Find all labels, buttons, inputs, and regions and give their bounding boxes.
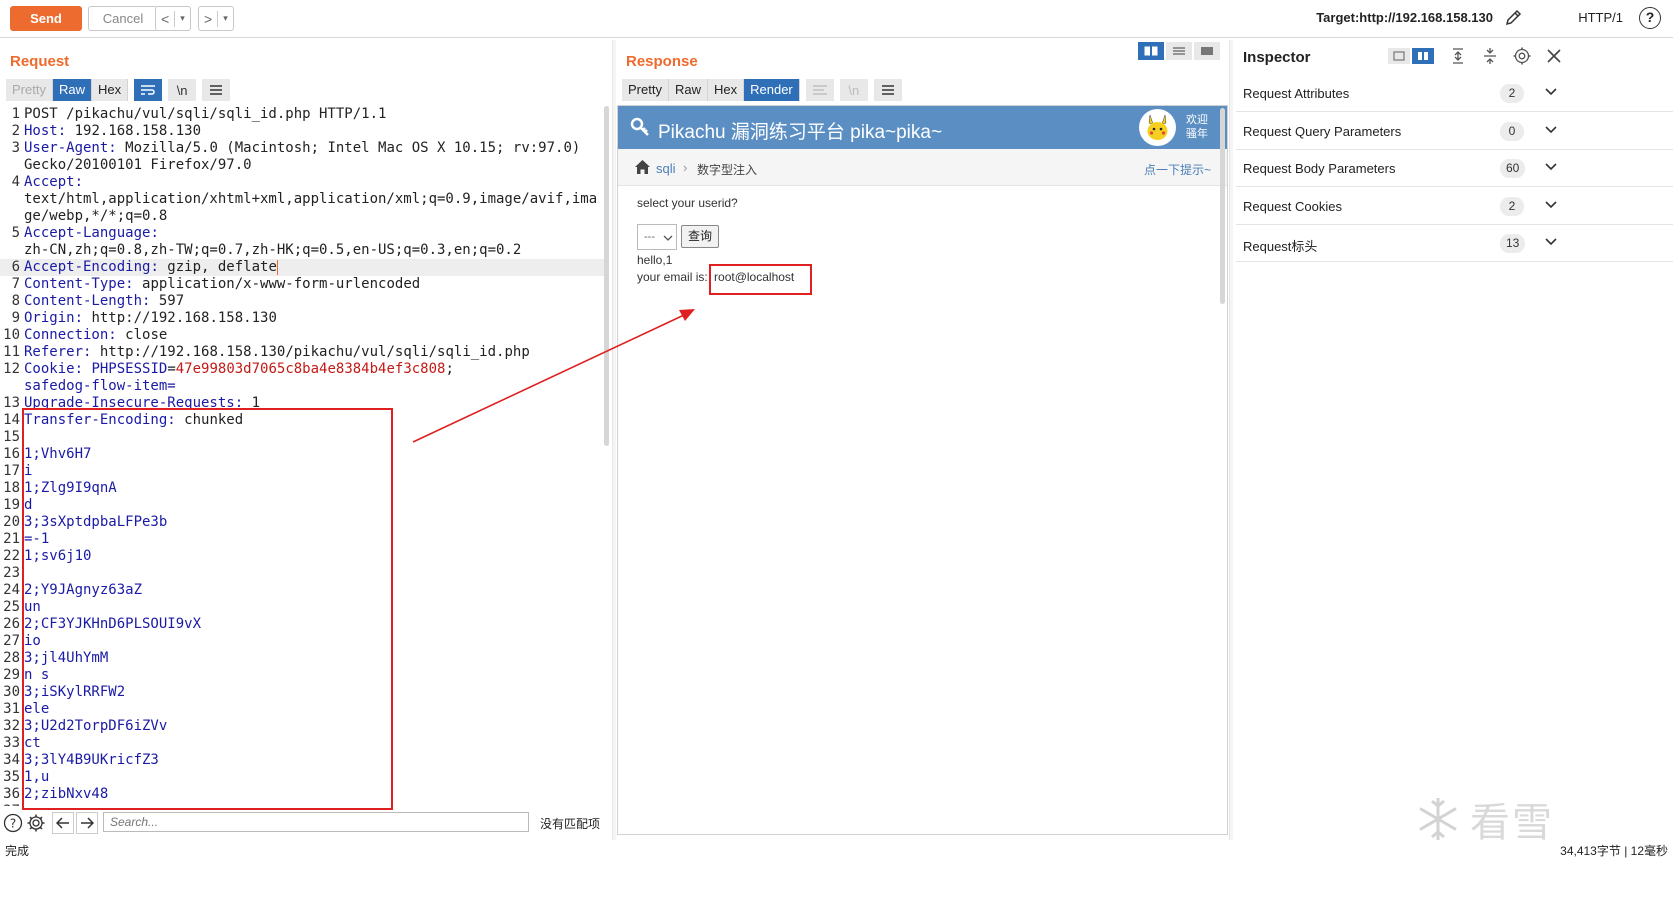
- inspector-count-badge: 2: [1500, 84, 1524, 103]
- status-text: 完成: [5, 844, 30, 858]
- chevron-down-icon[interactable]: [1544, 235, 1558, 249]
- inspector-title: Inspector: [1243, 49, 1311, 66]
- kanxue-watermark: 看雪: [1414, 790, 1554, 848]
- inspector-settings-gear-icon[interactable]: [1512, 46, 1532, 66]
- inspector-count-badge: 60: [1500, 159, 1526, 178]
- inspector-count-badge: 13: [1500, 234, 1526, 253]
- inspector-section-row[interactable]: Request Body Parameters 60: [1236, 150, 1673, 187]
- inspector-toolbar: [1388, 46, 1564, 66]
- close-icon[interactable]: [1544, 46, 1564, 66]
- collapse-all-icon[interactable]: [1480, 46, 1500, 66]
- inspector-section-row[interactable]: Request Cookies 2: [1236, 188, 1673, 225]
- inspector-layout-split-icon[interactable]: [1412, 48, 1434, 64]
- chevron-down-icon[interactable]: [1544, 198, 1558, 212]
- inspector-section-label: Request Body Parameters: [1243, 161, 1396, 176]
- inspector-section-row[interactable]: Request Attributes 2: [1236, 75, 1673, 112]
- chevron-down-icon[interactable]: [1544, 160, 1558, 174]
- inspector-section-row[interactable]: Request Query Parameters 0: [1236, 113, 1673, 150]
- watermark-text: 看雪: [1470, 800, 1554, 846]
- response-size-time: 34,413字节 | 12毫秒: [1560, 844, 1668, 858]
- inspector-section-label: Request标头: [1243, 239, 1318, 254]
- inspector-section-label: Request Attributes: [1243, 86, 1350, 101]
- pane-splitter-right[interactable]: [1229, 40, 1233, 840]
- expand-all-icon[interactable]: [1448, 46, 1468, 66]
- inspector-section-label: Request Cookies: [1243, 198, 1342, 214]
- inspector-count-badge: 2: [1500, 196, 1524, 216]
- snowflake-icon: [1419, 798, 1457, 840]
- inspector-count-badge: 0: [1500, 121, 1524, 141]
- chevron-down-icon[interactable]: [1544, 123, 1558, 137]
- inspector-section-label: Request Query Parameters: [1243, 123, 1402, 139]
- inspector-layout-single-icon[interactable]: [1388, 48, 1410, 64]
- inspector-section-row[interactable]: Request标头 13: [1236, 225, 1673, 262]
- chevron-down-icon[interactable]: [1544, 85, 1558, 99]
